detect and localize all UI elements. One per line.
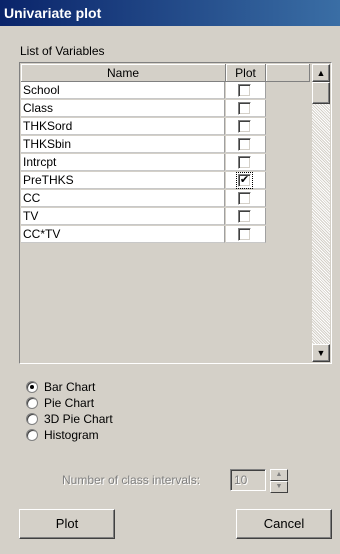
variable-row-tv[interactable]: TV [21,208,266,226]
variable-row-cc[interactable]: CC [21,190,266,208]
class-intervals-input[interactable]: 10 [230,469,266,491]
variable-name: Class [21,100,225,117]
spin-up-icon: ▲ [275,471,283,478]
variables-group-label: List of Variables [20,44,105,58]
radio-button[interactable] [26,397,38,409]
scroll-thumb[interactable] [312,82,330,104]
plot-cell [226,190,266,207]
plot-cell [226,154,266,171]
scroll-up-button[interactable]: ▲ [312,64,330,82]
plot-checkbox[interactable] [238,210,251,223]
triangle-up-icon: ▲ [316,68,326,78]
title-bar: Univariate plot [0,0,340,26]
variable-row-class[interactable]: Class [21,100,266,118]
variable-row-school[interactable]: School [21,82,266,100]
radio-dot-icon [30,385,34,389]
variable-row-thksord[interactable]: THKSord [21,118,266,136]
spin-down-button[interactable]: ▼ [270,481,288,493]
plot-cell [226,226,266,243]
plot-cell [226,118,266,135]
column-header-plot[interactable]: Plot [226,64,266,82]
variable-name: PreTHKS [21,172,225,189]
triangle-down-icon: ▼ [316,348,326,358]
spin-up-button[interactable]: ▲ [270,469,288,481]
variable-row-thksbin[interactable]: THKSbin [21,136,266,154]
variable-name: Intrcpt [21,154,225,171]
plot-checkbox[interactable] [238,138,251,151]
plot-cell [226,136,266,153]
radio-label: 3D Pie Chart [44,412,113,426]
radio-button-selected[interactable] [26,381,38,393]
cancel-button[interactable]: Cancel [236,509,332,539]
scroll-down-button[interactable]: ▼ [312,344,330,362]
variables-list[interactable]: Name Plot School Class THKSord THKSbin I… [19,62,332,364]
plot-checkbox[interactable] [238,120,251,133]
radio-button[interactable] [26,413,38,425]
plot-cell [226,100,266,117]
plot-checkbox[interactable] [238,192,251,205]
variable-name: CC*TV [21,226,225,243]
radio-label: Histogram [44,428,99,442]
plot-checkbox[interactable] [238,156,251,169]
plot-cell [226,208,266,225]
vertical-scrollbar[interactable]: ▲ ▼ [312,64,330,362]
variables-grid: Name Plot School Class THKSord THKSbin I… [21,64,310,362]
plot-cell [226,82,266,99]
class-intervals-label: Number of class intervals: [62,473,201,487]
column-header-empty [266,64,310,82]
plot-checkbox[interactable] [238,102,251,115]
variable-row-cc-tv[interactable]: CC*TV [21,226,266,244]
spin-down-icon: ▼ [275,483,283,490]
variable-name: School [21,82,225,99]
plot-checkbox[interactable] [238,84,251,97]
radio-button[interactable] [26,429,38,441]
plot-checkbox[interactable] [238,228,251,241]
variable-name: THKSord [21,118,225,135]
variable-name: THKSbin [21,136,225,153]
radio-label: Bar Chart [44,380,96,394]
variable-row-prethks[interactable]: PreTHKS ✔ [21,172,266,190]
variable-name: TV [21,208,225,225]
variable-row-intrcpt[interactable]: Intrcpt [21,154,266,172]
column-header-name[interactable]: Name [21,64,226,82]
plot-cell: ✔ [226,172,266,189]
plot-checkbox-checked[interactable]: ✔ [236,172,253,189]
window-title: Univariate plot [4,5,102,21]
variable-name: CC [21,190,225,207]
radio-label: Pie Chart [44,396,95,410]
plot-button[interactable]: Plot [19,509,115,539]
